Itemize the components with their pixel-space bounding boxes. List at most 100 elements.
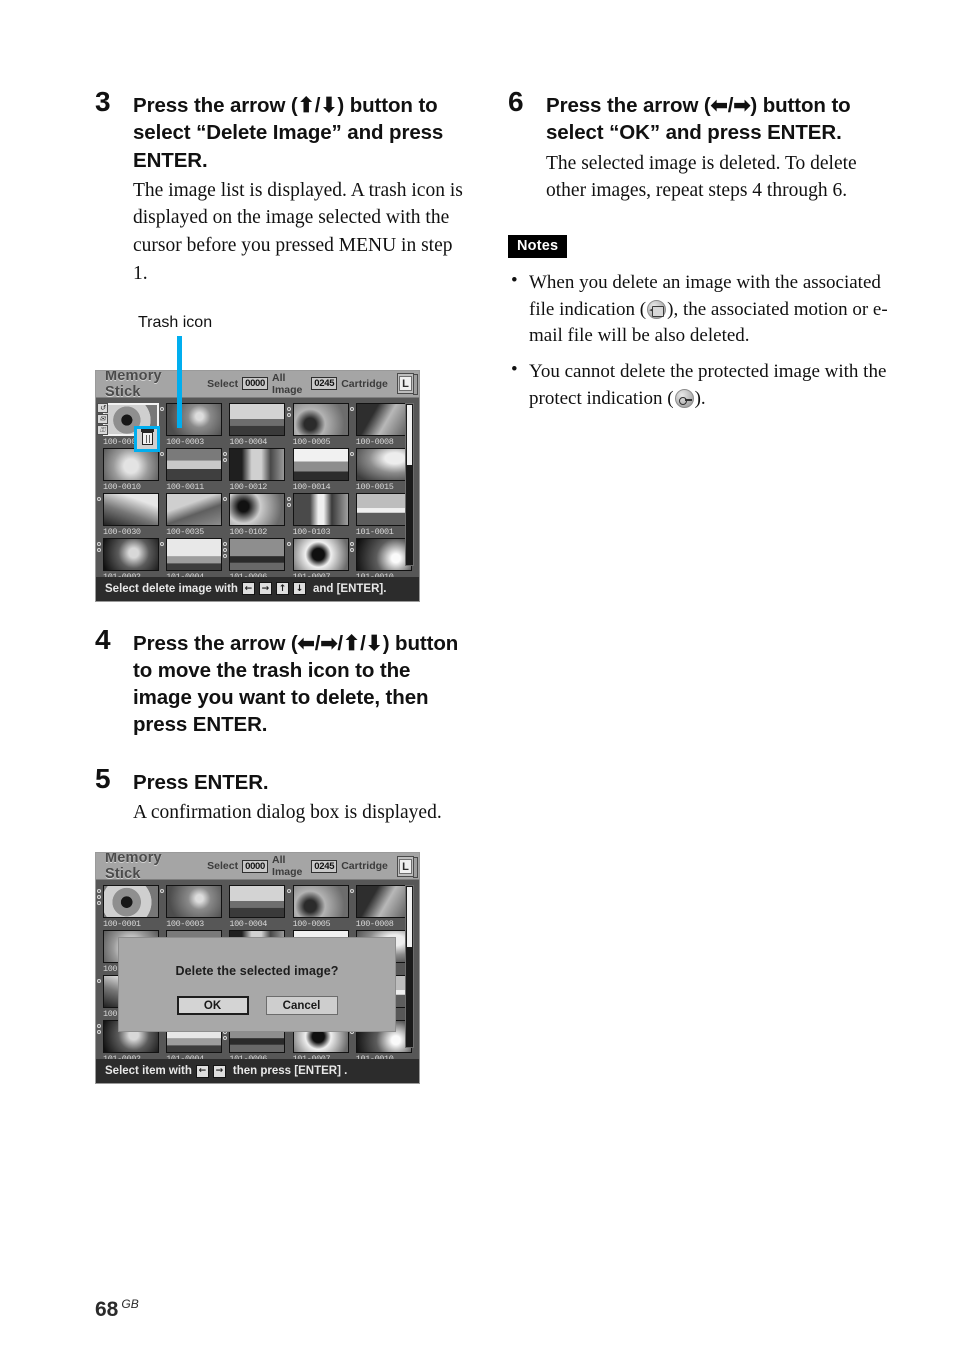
associated-file-icon [647, 299, 667, 319]
select-count: 0000 [242, 377, 269, 390]
order-dots [97, 979, 101, 985]
callout-label: Trash icon [138, 313, 213, 331]
thumbnail-image[interactable] [166, 492, 223, 526]
thumbnail-cell[interactable]: 100-0030 [97, 492, 161, 538]
lcd-meta-2: Select 0000 All Image 0245 Cartridge L [207, 854, 419, 878]
thumbnail-image[interactable] [355, 402, 412, 436]
thumbnail-image[interactable] [292, 402, 349, 436]
order-dots [349, 406, 354, 413]
order-dots [349, 889, 354, 895]
order-dots [160, 406, 165, 413]
thumbnail-image[interactable] [103, 537, 159, 571]
thumbnail-image[interactable] [166, 885, 223, 919]
thumbnail-image[interactable] [229, 447, 286, 481]
thumbnail-cell[interactable]: 100-0004 [229, 885, 287, 930]
step-6: 6 Press the arrow (⬅/➡) button to select… [508, 88, 888, 205]
scrollbar-thumb-2[interactable] [407, 887, 412, 948]
thumbnail-image[interactable] [355, 537, 412, 571]
ok-button[interactable]: OK [176, 996, 249, 1016]
thumbnail-image[interactable] [229, 537, 286, 571]
thumbnail-filename: 100-0102 [229, 526, 267, 537]
arrow-key-icon: ↓ [292, 582, 306, 595]
vertical-scrollbar-2[interactable] [405, 885, 414, 1049]
thumbnail-cell[interactable]: 100-0011 [160, 447, 224, 493]
cartridge-size: L [398, 376, 412, 391]
thumbnail-image[interactable] [292, 492, 349, 526]
cartridge-label: Cartridge [341, 377, 388, 390]
cancel-button[interactable]: Cancel [265, 996, 338, 1016]
left-column: 3 Press the arrow (⬆/⬇) button to select… [95, 88, 465, 1085]
thumbnail-image[interactable] [166, 537, 223, 571]
thumbnail-image[interactable] [292, 537, 349, 571]
notes-list: When you delete an image with the associ… [508, 268, 888, 413]
vertical-scrollbar[interactable] [405, 402, 414, 566]
thumbnail-cell[interactable]: 100-0010 [103, 447, 161, 493]
arrow-key-icon: ← [241, 582, 255, 595]
thumbnail-filename: 100-0005 [292, 436, 331, 447]
thumbnail-image[interactable] [292, 447, 349, 481]
thumbnail-image[interactable] [166, 402, 223, 436]
scrollbar-thumb[interactable] [407, 404, 412, 465]
page-number-value: 68 [95, 1298, 119, 1321]
confirm-dialog: Delete the selected image? OK Cancel [118, 937, 396, 1033]
thumbnail-image[interactable] [355, 447, 412, 481]
lcd-footer-hint-2: Select item with ← → then press [ENTER] . [96, 1059, 419, 1084]
thumbnail-image[interactable] [229, 885, 286, 919]
cartridge-label-2: Cartridge [341, 860, 388, 873]
thumbnail-cell[interactable]: 100-0102 [223, 492, 287, 538]
step-6-description: The selected image is deleted. To delete… [546, 152, 857, 202]
arrow-key-icon: ← [195, 1064, 209, 1078]
thumbnail-image[interactable] [103, 885, 159, 919]
thumbnail-image[interactable] [292, 885, 349, 919]
thumbnail-grid[interactable]: ↺ ✉ ⚿ 100-0001 100-0003 100-0004 100-0005 100-0… [96, 398, 419, 583]
step-4-number: 4 [95, 623, 111, 655]
thumbnail-image[interactable] [166, 447, 223, 481]
order-dots [349, 451, 354, 458]
thumbnail-image[interactable] [229, 402, 286, 436]
thumbnail-cell[interactable]: 100-0001 [97, 885, 161, 930]
order-dots [286, 406, 291, 419]
page-number: 68 GB [95, 1297, 139, 1322]
select-count-2: 0000 [242, 859, 269, 873]
thumbnail-cell[interactable]: 100-0003 [160, 402, 224, 448]
thumbnail-cell[interactable]: 100-0012 [223, 447, 287, 493]
thumbnail-cell[interactable]: 100-0005 [286, 402, 351, 448]
thumbnail-image[interactable] [355, 492, 412, 526]
lcd-footer-hint: Select delete image with ← → ↑ ↓ and [ENTER]. [96, 576, 419, 601]
all-image-count: 0245 [311, 377, 338, 390]
thumbnail-image[interactable] [229, 492, 286, 526]
step-3-description: The image list is displayed. A trash ico… [133, 179, 463, 284]
thumbnail-image[interactable] [355, 885, 412, 919]
step-6-number: 6 [508, 86, 524, 117]
thumbnail-cell[interactable]: ↺ ✉ ⚿ 100-0001 [97, 402, 161, 452]
order-dots [160, 889, 165, 895]
order-dots [223, 496, 228, 503]
delete-confirm-screenshot: Memory Stick Select 0000 All Image 0245 … [95, 852, 420, 1085]
step-4-heading: Press the arrow (⬅/➡/⬆/⬇) button to move… [133, 631, 459, 737]
order-dots [160, 541, 165, 548]
trash-icon-callout: Trash icon [95, 313, 465, 428]
note-item: You cannot delete the protected image wi… [508, 357, 888, 413]
notes-section: Notes When you delete an image with the … [508, 234, 888, 413]
thumbnail-cell[interactable]: 100-0003 [160, 885, 224, 930]
thumbnail-filename: 100-0005 [292, 919, 331, 930]
thumbnail-image[interactable] [103, 447, 159, 481]
cartridge-icon: L [396, 373, 419, 395]
page-region: GB [121, 1297, 139, 1311]
arrow-key-icon: → [258, 582, 272, 595]
all-image-label: All Image [272, 371, 303, 396]
thumbnail-cell[interactable]: 100-0103 [286, 492, 351, 538]
thumbnail-filename: 100-0012 [229, 481, 267, 492]
order-dots [97, 541, 101, 554]
footer-suffix: then press [ENTER] . [232, 1065, 348, 1078]
memory-stick-label-2: Memory Stick [105, 852, 162, 883]
order-dots [97, 1024, 101, 1036]
order-dots [97, 889, 101, 907]
thumbnail-cell[interactable]: 100-0004 [229, 402, 287, 448]
thumbnail-cell[interactable]: 100-0014 [292, 447, 351, 493]
thumbnail-cell[interactable]: 100-0005 [286, 885, 351, 930]
thumbnail-image[interactable] [103, 492, 159, 526]
thumbnail-filename: 100-0014 [292, 481, 331, 492]
order-dots [349, 541, 354, 554]
thumbnail-cell[interactable]: 100-0035 [166, 492, 224, 538]
